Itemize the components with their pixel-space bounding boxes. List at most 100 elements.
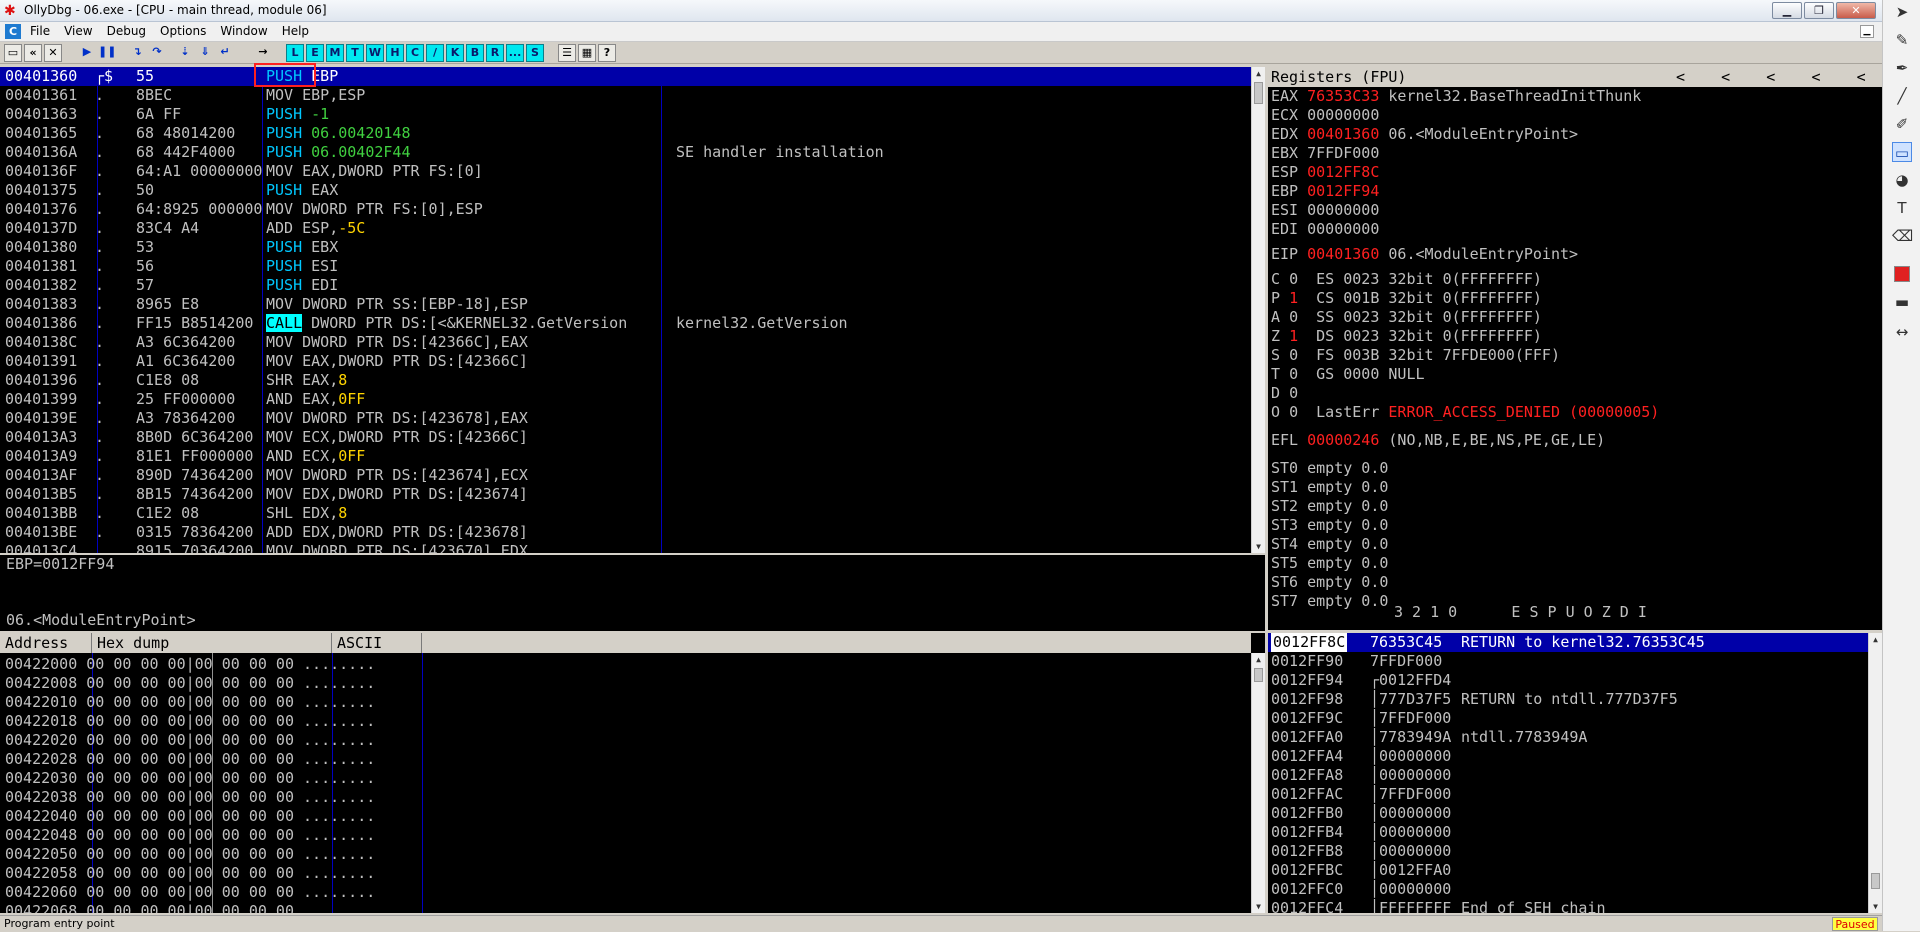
close-button[interactable]: ✕ <box>1836 2 1876 19</box>
disasm-row[interactable]: 00401381. 56 PUSH ESI <box>0 257 1251 276</box>
register-ebx[interactable]: EBX 7FFDF000 <box>1271 144 1379 163</box>
cpu-window-icon[interactable]: C <box>5 24 21 39</box>
marker-icon[interactable]: ✐ <box>1892 114 1912 134</box>
stack-row[interactable]: 0012FF90 7FFDF000 <box>1268 652 1868 671</box>
flag-row[interactable]: A 0 SS 0023 32bit 0(FFFFFFFF) <box>1271 308 1542 327</box>
menu-debug[interactable]: Debug <box>107 24 146 38</box>
source-window-button[interactable]: S <box>526 44 544 62</box>
dump-row[interactable]: 00422048 00 00 00 00|00 00 00 00 .......… <box>5 826 375 845</box>
dump-row[interactable]: 00422020 00 00 00 00|00 00 00 00 .......… <box>5 731 375 750</box>
disasm-row[interactable]: 004013C4. 8915 70364200 MOV DWORD PTR DS:[… <box>0 542 1251 553</box>
minimize-button[interactable]: ▁ <box>1772 2 1802 19</box>
log-window-button[interactable]: L <box>286 44 304 62</box>
dump-row[interactable]: 00422060 00 00 00 00|00 00 00 00 .......… <box>5 883 375 902</box>
expand-icon[interactable]: ↔ <box>1892 322 1912 342</box>
dump-address-header[interactable]: Address <box>0 633 92 653</box>
fpu-register[interactable]: ST2 empty 0.0 <box>1271 497 1388 516</box>
scroll-up-icon[interactable]: ▲ <box>1252 653 1265 666</box>
register-esp[interactable]: ESP 0012FF8C <box>1271 163 1379 182</box>
dump-row[interactable]: 00422058 00 00 00 00|00 00 00 00 .......… <box>5 864 375 883</box>
breakpoints-window-button[interactable]: B <box>466 44 484 62</box>
register-ebp[interactable]: EBP 0012FF94 <box>1271 182 1379 201</box>
disasm-row[interactable]: 00401382. 57 PUSH EDI <box>0 276 1251 295</box>
pencil-icon[interactable]: ✎ <box>1892 30 1912 50</box>
fpu-register[interactable]: ST1 empty 0.0 <box>1271 478 1388 497</box>
handles-window-button[interactable]: H <box>386 44 404 62</box>
text-icon[interactable]: T <box>1892 198 1912 218</box>
windows-window-button[interactable]: W <box>366 44 384 62</box>
cursor-icon[interactable]: ➤ <box>1892 2 1912 22</box>
stack-pane[interactable]: 0012FF8C 76353C45 RETURN to kernel32.76353… <box>1268 633 1882 913</box>
call-stack-window-button[interactable]: K <box>446 44 464 62</box>
register-esi[interactable]: ESI 00000000 <box>1271 201 1379 220</box>
close-program-icon[interactable]: ✕ <box>44 44 62 62</box>
child-minimize-button[interactable]: ▁ <box>1860 25 1874 38</box>
disasm-row[interactable]: 00401380. 53 PUSH EBX <box>0 238 1251 257</box>
stack-row[interactable]: 0012FFA0 │7783949A ntdll.7783949A <box>1268 728 1868 747</box>
restore-button[interactable]: ❐ <box>1804 2 1834 19</box>
references-window-button[interactable]: R <box>486 44 504 62</box>
menu-help[interactable]: Help <box>282 24 309 38</box>
fpu-status-partial[interactable]: 3 2 1 0 E S P U O Z D I <box>1271 603 1647 630</box>
run-trace-window-button[interactable]: ... <box>506 44 524 62</box>
cpu-window-button[interactable]: C <box>406 44 424 62</box>
dump-row[interactable]: 00422030 00 00 00 00|00 00 00 00 .......… <box>5 769 375 788</box>
patches-window-button[interactable]: / <box>426 44 444 62</box>
disasm-row[interactable]: 00401361. 8BEC MOV EBP,ESP <box>0 86 1251 105</box>
register-eax[interactable]: EAX 76353C33 kernel32.BaseThreadInitThun… <box>1271 87 1641 106</box>
disasm-row[interactable]: 00401376. 64:8925 00000000MOV DWORD PTR F… <box>0 200 1251 219</box>
stack-row[interactable]: 0012FFC0 │00000000 <box>1268 880 1868 899</box>
scroll-thumb[interactable] <box>1871 873 1880 889</box>
stack-row[interactable]: 0012FFB4 │00000000 <box>1268 823 1868 842</box>
help-icon[interactable]: ? <box>598 44 616 62</box>
dump-row[interactable]: 00422018 00 00 00 00|00 00 00 00 .......… <box>5 712 375 731</box>
dump-row[interactable]: 00422038 00 00 00 00|00 00 00 00 .......… <box>5 788 375 807</box>
stack-row[interactable]: 0012FF94 ┌0012FFD4 <box>1268 671 1868 690</box>
fpu-register[interactable]: ST7 empty 0.0 <box>1271 592 1388 611</box>
eraser-icon[interactable]: ⌫ <box>1892 226 1913 246</box>
memory-window-button[interactable]: M <box>326 44 344 62</box>
disasm-row[interactable]: 00401365. 68 48014200 PUSH 06.00420148 <box>0 124 1251 143</box>
line-width-icon[interactable]: ▬ <box>1892 292 1912 312</box>
grid-icon[interactable]: ▦ <box>578 44 596 62</box>
line-icon[interactable]: ╱ <box>1892 86 1912 106</box>
threads-window-button[interactable]: T <box>346 44 364 62</box>
stack-row[interactable]: 0012FFA4 │00000000 <box>1268 747 1868 766</box>
dump-row[interactable]: 00422068 00 00 00 00|00 00 00 00 .......… <box>5 902 375 913</box>
disasm-row[interactable]: 00401360 ┌$ 55 PUSH EBP <box>0 67 1251 86</box>
flag-row[interactable]: S 0 FS 003B 32bit 7FFDE000(FFF) <box>1271 346 1560 365</box>
dump-row[interactable]: 00422010 00 00 00 00|00 00 00 00 .......… <box>5 693 375 712</box>
menu-view[interactable]: View <box>64 24 92 38</box>
dump-pane[interactable]: Address Hex dump ASCII 00422000 00 00 00… <box>0 633 1265 913</box>
register-edi[interactable]: EDI 00000000 <box>1271 220 1379 239</box>
flag-row[interactable]: P 1 CS 001B 32bit 0(FFFFFFFF) <box>1271 289 1542 308</box>
dump-hex-header[interactable]: Hex dump <box>92 633 332 653</box>
disasm-row[interactable]: 004013AF. 890D 74364200 MOV DWORD PTR DS:[… <box>0 466 1251 485</box>
disasm-row[interactable]: 004013A3. 8B0D 6C364200 MOV ECX,DWORD PTR … <box>0 428 1251 447</box>
stack-scrollbar[interactable]: ▲ ▼ <box>1868 633 1882 913</box>
stack-row[interactable]: 0012FF8C 76353C45 RETURN to kernel32.76353… <box>1268 633 1868 652</box>
scroll-down-icon[interactable]: ▼ <box>1252 540 1265 553</box>
disasm-row[interactable]: 004013BE. 0315 78364200 ADD EDX,DWORD PTR … <box>0 523 1251 542</box>
stack-row[interactable]: 0012FFB8 │00000000 <box>1268 842 1868 861</box>
menu-window[interactable]: Window <box>220 24 267 38</box>
palette-icon[interactable]: ◕ <box>1892 170 1912 190</box>
disasm-row[interactable]: 0040136F. 64:A1 00000000 MOV EAX,DWORD PTR… <box>0 162 1251 181</box>
dump-row[interactable]: 00422028 00 00 00 00|00 00 00 00 .......… <box>5 750 375 769</box>
stack-row[interactable]: 0012FFB0 │00000000 <box>1268 804 1868 823</box>
trace-into-icon[interactable]: ⇣ <box>176 44 194 62</box>
pause-icon[interactable]: ❚❚ <box>98 44 116 62</box>
last-error-row[interactable]: O 0 LastErr ERROR_ACCESS_DENIED (0000000… <box>1271 403 1659 422</box>
disasm-row[interactable]: 004013BB. C1E2 08 SHL EDX,8 <box>0 504 1251 523</box>
trace-over-icon[interactable]: ⇓ <box>196 44 214 62</box>
dump-scrollbar[interactable]: ▲ ▼ <box>1251 653 1265 913</box>
dump-row[interactable]: 00422040 00 00 00 00|00 00 00 00 .......… <box>5 807 375 826</box>
register-edx[interactable]: EDX 00401360 06.<ModuleEntryPoint> <box>1271 125 1578 144</box>
scroll-up-icon[interactable]: ▲ <box>1252 67 1265 80</box>
dump-row[interactable]: 00422000 00 00 00 00|00 00 00 00 .......… <box>5 655 375 674</box>
menu-options[interactable]: Options <box>160 24 206 38</box>
pen-icon[interactable]: ✒ <box>1892 58 1912 78</box>
scroll-up-icon[interactable]: ▲ <box>1869 633 1882 646</box>
disasm-row[interactable]: 00401375. 50 PUSH EAX <box>0 181 1251 200</box>
fpu-register[interactable]: ST3 empty 0.0 <box>1271 516 1388 535</box>
